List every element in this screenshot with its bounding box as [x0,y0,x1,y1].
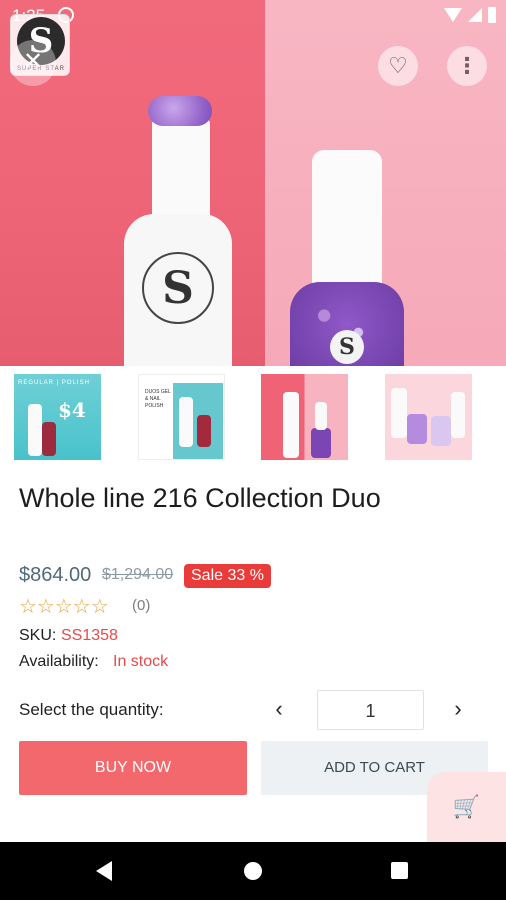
thumbnail-bottle [311,428,331,458]
home-icon[interactable] [244,862,262,880]
thumbnail-bottle [179,397,193,447]
wifi-icon [444,8,462,22]
thumbnail-price: $4 [58,398,86,422]
thumbnail-bottle [451,392,465,438]
chevron-left-icon[interactable]: ‹ [262,692,296,726]
thumbnail-text: DUOS GEL & NAIL POLISH [145,389,171,409]
thumbnail-bottle [315,402,327,430]
review-count[interactable]: (0) [132,597,150,614]
thumbnail-bottle [407,414,427,444]
thumbnail-bottle [28,404,42,456]
bottle-logo: S [142,252,214,324]
thumbnail-bottle [283,392,299,458]
quantity-input[interactable]: 1 [317,690,424,730]
cart-add-icon[interactable]: 🛒 [427,772,506,842]
back-icon[interactable] [96,861,112,881]
thumbnail-bottle [197,415,211,447]
thumbnail-3[interactable] [261,374,348,460]
heart-icon[interactable]: ♡ [378,46,418,86]
thumbnail-1[interactable]: REGULAR | POLISH $4 [14,374,101,460]
thumbnail-header: REGULAR | POLISH [18,380,90,386]
sku-value: SS1358 [61,627,118,644]
star-rating[interactable]: ☆☆☆☆☆ [19,594,109,619]
buy-now-button[interactable]: BUY NOW [19,741,247,795]
product-detail-screen: S S 1:25 S SUPER STAR ✕ ♡ ⋮ REGULAR | PO… [0,0,506,900]
sale-badge: Sale 33 % [184,564,271,588]
bottle-neck [152,118,210,228]
quantity-label: Select the quantity: [19,700,164,719]
thumbnail-bottle [391,388,407,438]
system-nav-bar [0,842,506,900]
thumbnail-bottle [431,416,451,446]
product-hero-image[interactable]: S S [0,0,506,366]
thumbnail-bottle [42,422,56,456]
signal-icon [468,8,482,22]
more-options-icon[interactable]: ⋮ [447,46,487,86]
close-icon[interactable]: ✕ [10,40,56,86]
second-bottle-logo: S [330,330,364,364]
thumbnail-2[interactable]: DUOS GEL & NAIL POLISH [138,374,225,460]
chevron-right-icon[interactable]: › [441,692,475,726]
availability-value: In stock [113,653,169,670]
recent-apps-icon[interactable] [391,862,408,879]
current-price: $864.00 [19,564,92,586]
product-title: Whole line 216 Collection Duo [19,483,381,513]
thumbnail-4[interactable] [385,374,472,460]
bottle-glitter-cap [148,96,212,126]
second-bottle-cap [312,150,382,300]
sku-label: SKU: [19,627,57,644]
original-price: $1,294.00 [102,566,174,583]
availability-label: Availability: [19,653,99,670]
thumbnail-strip: REGULAR | POLISH $4 DUOS GEL & NAIL POLI… [0,366,506,466]
battery-icon [488,7,496,23]
status-bar: 1:25 [0,0,506,32]
